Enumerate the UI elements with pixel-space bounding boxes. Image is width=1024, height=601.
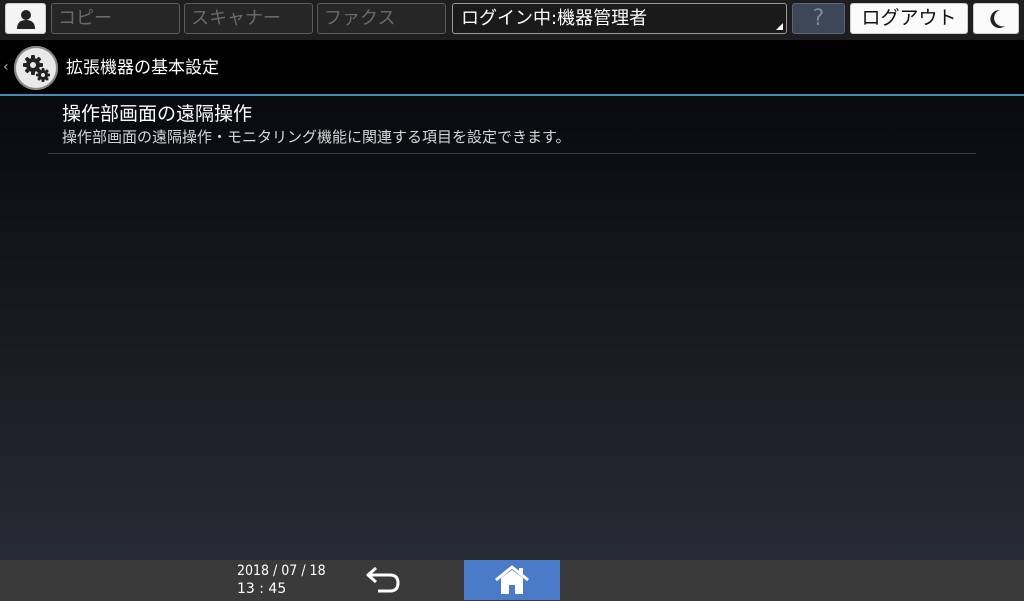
date-display: 2018 / 07 / 18 [237, 563, 326, 579]
top-bar: コピー スキャナー ファクス ログイン中:機器管理者 ? ログアウト [0, 0, 1024, 40]
dropdown-corner-icon [776, 23, 783, 30]
list-item-title: 操作部画面の遠隔操作 [62, 103, 253, 125]
page-title: 拡張機器の基本設定 [66, 58, 219, 78]
logout-button[interactable]: ログアウト [850, 3, 968, 34]
settings-list: 操作部画面の遠隔操作 操作部画面の遠隔操作・モニタリング機能に関連する項目を設定… [0, 96, 1024, 559]
list-item-remote-panel[interactable]: 操作部画面の遠隔操作 操作部画面の遠隔操作・モニタリング機能に関連する項目を設定… [48, 96, 976, 154]
home-icon [495, 565, 529, 594]
chevron-left-icon[interactable]: ‹ [3, 60, 9, 74]
time-display: 13 : 45 [237, 581, 287, 597]
home-button[interactable] [464, 560, 560, 600]
person-icon [17, 10, 35, 29]
return-arrow-icon [366, 566, 400, 593]
user-button[interactable] [5, 3, 46, 34]
tab-copy[interactable]: コピー [51, 3, 180, 34]
sleep-button[interactable] [973, 3, 1019, 34]
tab-scanner[interactable]: スキャナー [184, 3, 313, 34]
back-button[interactable] [362, 562, 408, 596]
tab-fax[interactable]: ファクス [317, 3, 446, 34]
login-status-dropdown[interactable]: ログイン中:機器管理者 [452, 3, 787, 34]
crescent-moon-icon [990, 9, 1005, 28]
gears-icon[interactable] [14, 46, 58, 90]
login-status-text: ログイン中:機器管理者 [461, 8, 648, 29]
list-item-description: 操作部画面の遠隔操作・モニタリング機能に関連する項目を設定できます。 [62, 128, 571, 146]
help-button[interactable]: ? [792, 3, 845, 34]
